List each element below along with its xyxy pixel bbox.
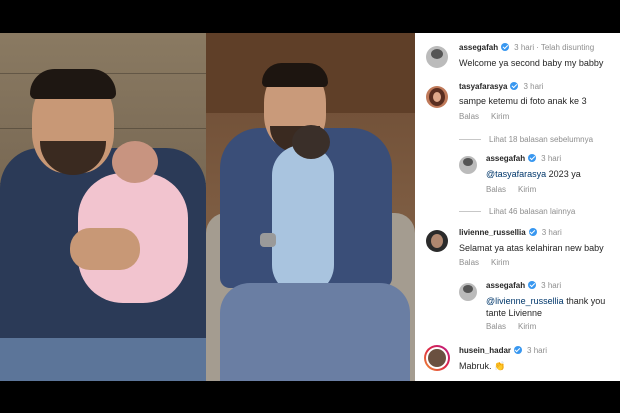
verified-icon: [528, 281, 537, 289]
comment-text: @tasyafarasya 2023 ya: [486, 169, 581, 179]
jeans: [0, 338, 206, 381]
man-hair: [30, 69, 116, 99]
verified-icon: [528, 228, 537, 236]
reply-button[interactable]: Balas: [459, 112, 479, 121]
avatar[interactable]: [426, 46, 448, 68]
comment-reply: assegafah 3 hari @tasyafarasya 2023 ya Ba…: [415, 153, 620, 201]
comment-text: Mabruk. 👏: [459, 361, 506, 371]
comment-text: Selamat ya atas kelahiran new baby: [459, 243, 604, 253]
comment: livienne_russellia 3 hari Selamat ya atas…: [415, 225, 620, 275]
mention[interactable]: @livienne_russellia: [486, 296, 564, 306]
comment-time: 3 hari: [527, 346, 548, 355]
comment-username[interactable]: assegafah: [459, 43, 498, 52]
mention[interactable]: @tasyafarasya: [486, 169, 546, 179]
comment-time: 3 hari: [541, 281, 562, 290]
verified-icon: [501, 43, 510, 51]
send-button[interactable]: Kirim: [491, 258, 509, 267]
man-hands: [70, 228, 140, 270]
verified-icon: [514, 346, 523, 354]
reply-button[interactable]: Balas: [486, 185, 506, 194]
comment: assegafah 3 hari · Telah disunting Welcome …: [415, 39, 620, 79]
comment-username[interactable]: assegafah: [486, 281, 525, 290]
screenshot-frame: assegafah 3 hari · Telah disunting Welcome …: [0, 33, 620, 381]
comment-username[interactable]: assegafah: [486, 154, 525, 163]
send-button[interactable]: Kirim: [491, 112, 509, 121]
send-button[interactable]: Kirim: [518, 185, 536, 194]
view-more-replies[interactable]: Lihat 46 balasan lainnya: [459, 207, 575, 216]
comment-time: 3 hari: [514, 43, 535, 52]
baby-head: [292, 125, 330, 159]
view-replies-label: Lihat 18 balasan sebelumnya: [489, 135, 594, 144]
baby-head: [112, 141, 158, 183]
photo-left: [0, 33, 206, 381]
avatar[interactable]: [459, 156, 477, 174]
comment-time: 3 hari: [541, 154, 562, 163]
comment-username[interactable]: tasyafarasya: [459, 82, 507, 91]
photo-right: [206, 33, 415, 381]
avatar[interactable]: [426, 86, 448, 108]
comment: tasyafarasya 3 hari sampe ketemu di foto …: [415, 81, 620, 131]
comment-time: 3 hari: [541, 228, 562, 237]
avatar[interactable]: [424, 345, 450, 371]
comment-reply: assegafah 3 hari @livienne_russellia than…: [415, 278, 620, 338]
reply-button[interactable]: Balas: [486, 322, 506, 331]
comment-time: 3 hari: [523, 82, 544, 91]
comment: husein_hadar 3 hari Mabruk. 👏: [415, 343, 620, 381]
baby-blue: [272, 145, 334, 295]
verified-icon: [510, 82, 519, 90]
reply-button[interactable]: Balas: [459, 258, 479, 267]
comment-text: @livienne_russellia thank you tante Livi…: [486, 296, 606, 318]
comments-panel: assegafah 3 hari · Telah disunting Welcome …: [415, 33, 620, 381]
watch: [260, 233, 276, 247]
jeans: [220, 283, 410, 381]
view-previous-replies[interactable]: Lihat 18 balasan sebelumnya: [459, 135, 593, 144]
verified-icon: [528, 154, 537, 162]
comment-text: Welcome ya second baby my babby: [459, 58, 604, 68]
comment-text: sampe ketemu di foto anak ke 3: [459, 96, 587, 106]
comment-username[interactable]: livienne_russellia: [459, 228, 526, 237]
edited-label: Telah disunting: [540, 43, 595, 52]
avatar[interactable]: [459, 283, 477, 301]
send-button[interactable]: Kirim: [518, 322, 536, 331]
view-replies-label: Lihat 46 balasan lainnya: [489, 207, 576, 216]
avatar[interactable]: [426, 230, 448, 252]
comment-username[interactable]: husein_hadar: [459, 346, 511, 355]
man-hair: [262, 63, 328, 87]
